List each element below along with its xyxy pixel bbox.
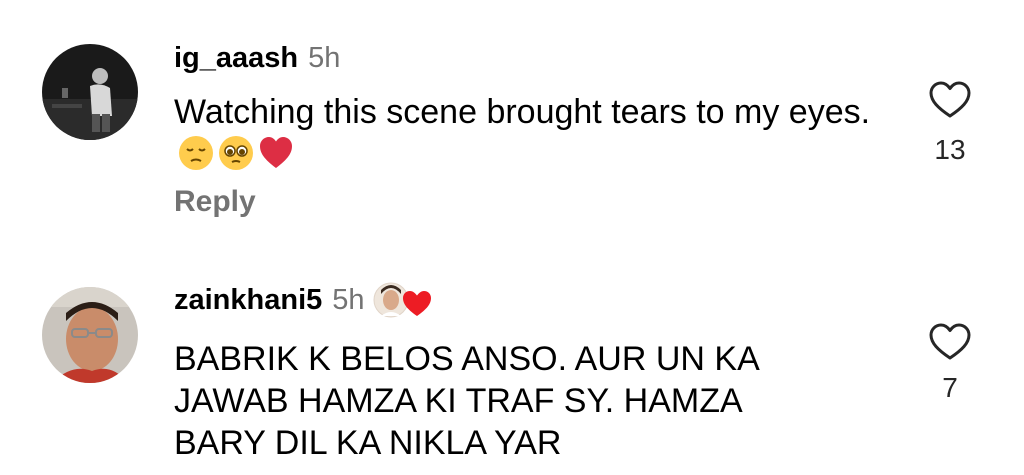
like-count: 13 bbox=[934, 134, 966, 165]
comment-text-line: BABRIK K BELOS ANSO. AUR UN KA bbox=[174, 340, 760, 378]
comment-text-content: Watching this scene brought tears to my … bbox=[174, 93, 871, 131]
reply-button[interactable]: Reply bbox=[174, 185, 256, 219]
avatar[interactable] bbox=[42, 287, 138, 383]
comment-text: BABRIK K BELOS ANSO. AUR UN KA JAWAB HAM… bbox=[174, 338, 894, 464]
pleading-face-icon bbox=[219, 136, 253, 170]
red-heart-icon bbox=[260, 137, 292, 168]
username[interactable]: zainkhani5 bbox=[174, 284, 322, 317]
comment-text: Watching this scene brought tears to my … bbox=[174, 91, 894, 175]
avatar[interactable] bbox=[42, 44, 138, 140]
timestamp: 5h bbox=[332, 283, 365, 316]
comment-text-line: BARY DIL KA NIKLA YAR bbox=[174, 424, 562, 462]
username[interactable]: ig_aaash bbox=[174, 42, 298, 75]
comment-meta: ig_aaash 5h bbox=[174, 38, 340, 78]
comment-item: ig_aaash 5h Watching this scene brought … bbox=[0, 0, 1024, 250]
pensive-face-icon bbox=[179, 136, 213, 170]
heart-outline-icon[interactable] bbox=[928, 80, 972, 120]
creator-avatar-heart-icon bbox=[373, 282, 431, 318]
like-control: 13 bbox=[920, 80, 980, 166]
comment-item: zainkhani5 5h BABRIK K BELOS ANSO. AUR U… bbox=[0, 250, 1024, 475]
avatar-photo bbox=[42, 287, 138, 383]
creator-liked-badge bbox=[373, 280, 439, 320]
timestamp: 5h bbox=[308, 41, 341, 74]
comment-text-line: JAWAB HAMZA KI TRAF SY. HAMZA bbox=[174, 382, 743, 420]
like-count: 7 bbox=[942, 372, 958, 403]
like-control: 7 bbox=[920, 322, 980, 404]
heart-outline-icon[interactable] bbox=[928, 322, 972, 362]
comment-meta: zainkhani5 5h bbox=[174, 280, 439, 320]
avatar-photo bbox=[42, 44, 138, 140]
